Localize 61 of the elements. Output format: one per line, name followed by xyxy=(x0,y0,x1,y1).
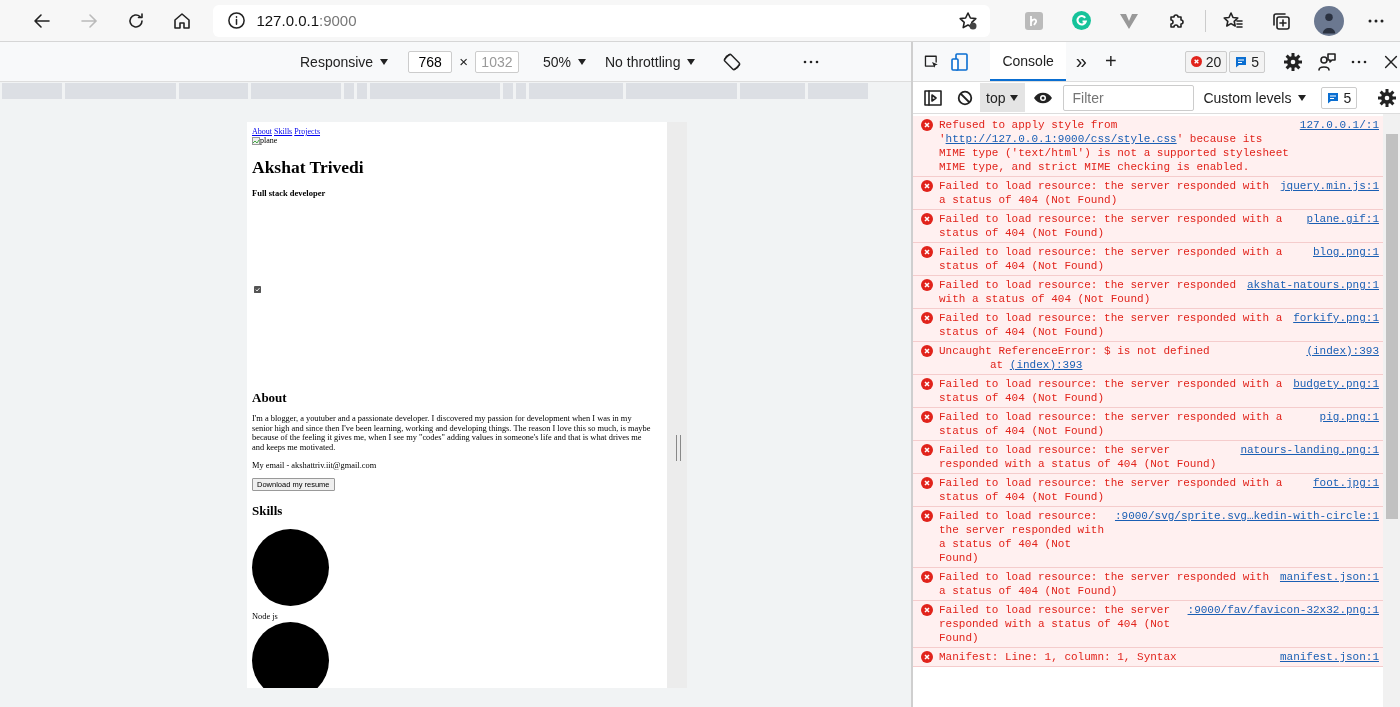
source-link[interactable]: (index):393 xyxy=(1306,344,1379,358)
error-count-badge[interactable]: 20 xyxy=(1184,50,1228,73)
section-heading: About xyxy=(252,390,288,406)
email-text: My email - akshattriv.iit@gmail.com xyxy=(252,460,378,471)
source-link[interactable]: forkify.png:1 xyxy=(1293,311,1379,325)
message-text: Failed to load resource: the server responded with a status of 404 (Not Found) xyxy=(939,180,1270,206)
stack-trace-label: at xyxy=(990,359,1004,371)
message-text: Refused to apply style from 'http://127.0.0.1:9000/css/style.css' because its MIME type ('text/html') is not a supported stylesheet MIME type, and strict MIME checking is enabled. xyxy=(939,119,1289,173)
log-levels-dropdown[interactable]: Custom levels xyxy=(1203,89,1308,106)
source-link[interactable]: 127.0.0.1/:1 xyxy=(1299,118,1379,132)
skill-label: Node js xyxy=(252,612,279,622)
source-link[interactable]: manifest.json:1 xyxy=(1279,650,1379,664)
add-tab-button[interactable]: + xyxy=(1104,50,1117,73)
stack-trace-link[interactable]: (index):393 xyxy=(1009,359,1083,371)
nav-link[interactable]: Projects xyxy=(294,127,320,136)
address-bar[interactable]: 127.0.0.1:9000 xyxy=(213,4,991,37)
message-text: Failed to load resource: the server responded with a status of 404 (Not Found) xyxy=(939,246,1283,272)
message-text: Failed to load resource: the server responded with a status of 404 (Not Found) xyxy=(939,378,1283,404)
device-dropdown[interactable]: Responsive xyxy=(300,53,390,70)
message-text: Failed to load resource: the server responded with a status of 404 (Not Found) xyxy=(939,444,1217,470)
source-link[interactable]: akshat-natours.png:1 xyxy=(1246,278,1379,292)
nav-link[interactable]: About xyxy=(252,127,272,136)
message-text: Failed to load resource: the server responded with a status of 404 (Not Found) xyxy=(939,571,1270,597)
message-text: Failed to load resource: the server responded with a status of 404 (Not Found) xyxy=(939,312,1283,338)
message-text: Manifest: Line: 1, column: 1, Syntax xyxy=(939,651,1177,663)
source-link[interactable]: :9000/svg/sprite.svg…kedin-with-circle:1 xyxy=(1114,509,1379,523)
about-paragraph: I'm a blogger, a youtuber and a passionate developer. I discovered my passion for development when I was in my senior high and since then I've been learning, working and developing things. The reason I love this so much, is maybe because of the feeling it gives me, when I see my "codes" adding values in someone's life and that is what drives me and keeps me motivated. xyxy=(252,414,652,453)
source-link[interactable]: natours-landing.png:1 xyxy=(1240,443,1379,457)
resource-link[interactable]: http://127.0.0.1:9000/css/style.css xyxy=(945,133,1177,145)
source-link[interactable]: pig.png:1 xyxy=(1319,410,1379,424)
message-text: Failed to load resource: the server responded with a status of 404 (Not Found) xyxy=(939,411,1283,437)
width-field[interactable]: 768 xyxy=(408,50,453,73)
source-link[interactable]: blog.png:1 xyxy=(1313,245,1379,259)
message-count-badge[interactable]: 5 xyxy=(1229,50,1265,73)
tagline: Full stack developer xyxy=(252,188,327,198)
throttling-dropdown[interactable]: No throttling xyxy=(604,53,697,70)
source-link[interactable]: jquery.min.js:1 xyxy=(1279,179,1379,193)
message-text: Failed to load resource: the server responded with a status of 404 (Not Found) xyxy=(939,279,1237,305)
more-tabs-button[interactable]: » xyxy=(1075,50,1087,73)
message-text: Failed to load resource: the server responded with a status of 404 (Not Found) xyxy=(939,477,1283,503)
section-heading: Skills xyxy=(252,503,284,520)
source-link[interactable]: foot.jpg:1 xyxy=(1313,476,1379,490)
source-link[interactable]: :9000/fav/favicon-32x32.png:1 xyxy=(1187,603,1379,617)
zoom-dropdown[interactable]: 50% xyxy=(542,53,587,70)
source-link[interactable]: budgety.png:1 xyxy=(1293,377,1379,391)
dimension-separator: × xyxy=(459,53,468,70)
context-dropdown[interactable]: top xyxy=(980,83,1026,112)
filter-field[interactable]: Filter xyxy=(1063,84,1195,111)
nav-link[interactable]: Skills xyxy=(274,127,293,136)
message-text: Failed to load resource: the server responded with a status of 404 (Not Found) xyxy=(939,213,1283,239)
source-link[interactable]: plane.gif:1 xyxy=(1306,212,1379,226)
image-alt-text: plane xyxy=(260,136,278,145)
message-text: Failed to load resource: the server responded with a status of 404 (Not Found) xyxy=(939,604,1171,644)
source-link[interactable]: manifest.json:1 xyxy=(1279,570,1379,584)
url-host: 127.0.0.1 xyxy=(256,12,319,29)
page-heading: Akshat Trivedi xyxy=(252,157,365,178)
panel-tab[interactable]: Console xyxy=(990,42,1066,81)
url-port: :9000 xyxy=(319,12,357,29)
message-text: Failed to load resource: the server responded with a status of 404 (Not Found) xyxy=(939,510,1105,564)
message-text: Uncaught ReferenceError: $ is not defined xyxy=(939,345,1210,357)
message-count-badge[interactable]: 5 xyxy=(1321,86,1358,109)
